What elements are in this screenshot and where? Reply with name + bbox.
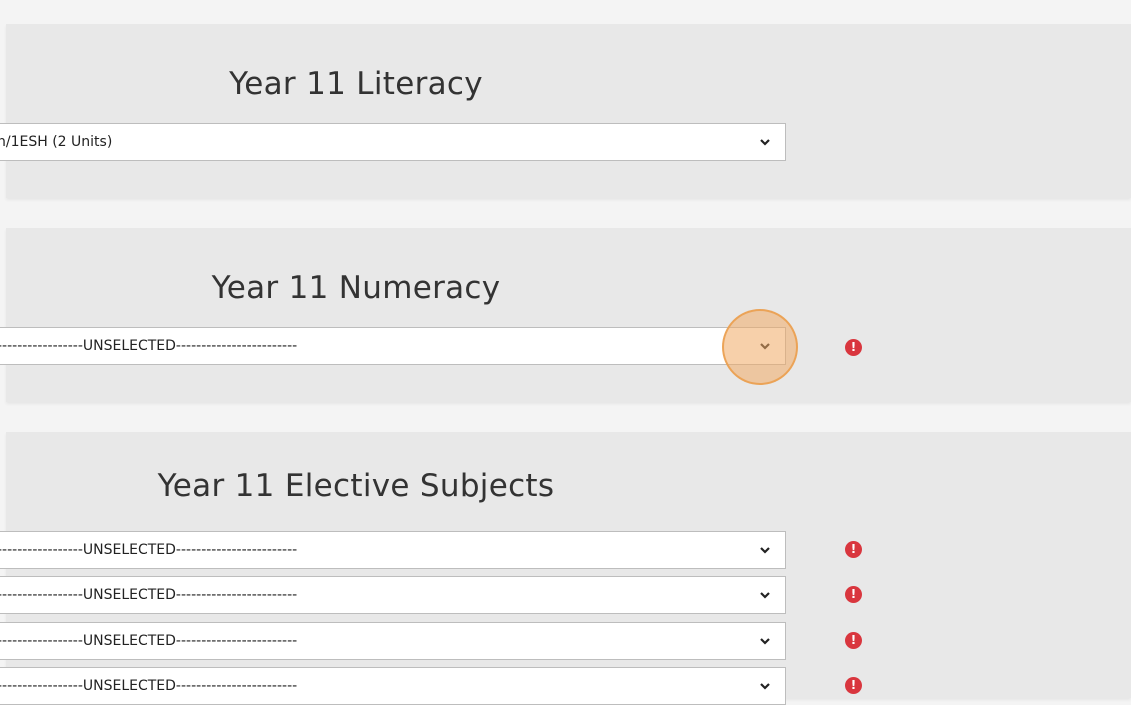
elective-select-value: -----------------UNSELECTED-------------… [0,678,298,694]
elective-select-value: -----------------UNSELECTED-------------… [0,633,298,649]
chevron-down-icon [760,343,770,350]
numeracy-select[interactable]: -----------------UNSELECTED-------------… [0,327,786,365]
numeracy-title: Year 11 Numeracy [211,270,501,306]
literacy-select[interactable]: n/1ESH (2 Units) [0,123,786,161]
literacy-title: Year 11 Literacy [229,66,483,102]
chevron-down-icon [760,139,770,146]
elective-select-1[interactable]: -----------------UNSELECTED-------------… [0,531,786,569]
elective-select-2[interactable]: -----------------UNSELECTED-------------… [0,576,786,614]
exclamation-circle-icon: ! [845,339,862,356]
elective-section: Year 11 Elective Subjects --------------… [0,432,1131,705]
chevron-down-icon [760,547,770,554]
elective-select-3[interactable]: -----------------UNSELECTED-------------… [0,622,786,660]
exclamation-circle-icon: ! [845,541,862,558]
chevron-down-icon [760,683,770,690]
numeracy-select-value: -----------------UNSELECTED-------------… [0,338,298,354]
elective-select-4[interactable]: -----------------UNSELECTED-------------… [0,667,786,705]
literacy-section: Year 11 Literacy n/1ESH (2 Units) [0,24,1131,198]
literacy-select-value: n/1ESH (2 Units) [0,134,113,150]
chevron-down-icon [760,592,770,599]
elective-title: Year 11 Elective Subjects [157,468,555,504]
exclamation-circle-icon: ! [845,632,862,649]
chevron-down-icon [760,638,770,645]
numeracy-section: Year 11 Numeracy -----------------UNSELE… [0,228,1131,402]
exclamation-circle-icon: ! [845,677,862,694]
elective-select-value: -----------------UNSELECTED-------------… [0,542,298,558]
elective-select-value: -----------------UNSELECTED-------------… [0,587,298,603]
exclamation-circle-icon: ! [845,586,862,603]
